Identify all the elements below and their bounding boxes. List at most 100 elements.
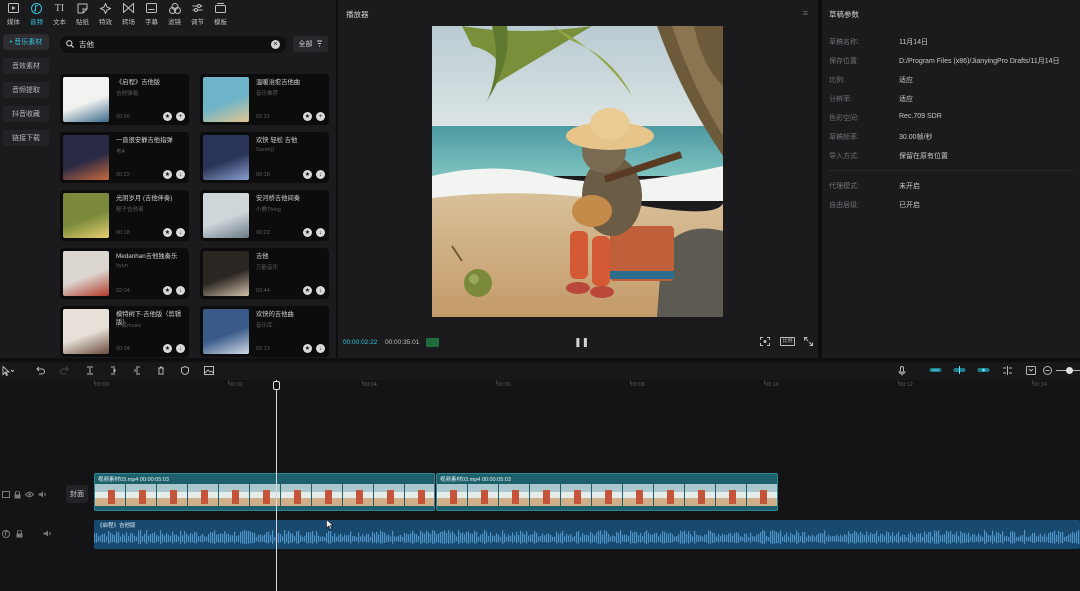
main-track-magnet-icon[interactable] <box>929 366 942 376</box>
music-thumbnail[interactable] <box>203 193 249 238</box>
zoom-slider-knob[interactable] <box>1066 367 1073 374</box>
split-icon[interactable] <box>86 366 94 377</box>
lock-icon[interactable] <box>14 490 21 501</box>
sidebar-item-douyin-favorites[interactable]: 抖音收藏 <box>3 106 49 122</box>
download-icon[interactable]: ↓ <box>316 286 325 295</box>
microphone-icon[interactable] <box>898 366 906 378</box>
sidebar-item-music[interactable]: • 音乐素材 <box>3 34 49 50</box>
fit-icon[interactable] <box>1026 366 1036 377</box>
favorite-star-icon[interactable]: ★ <box>163 344 172 353</box>
music-card[interactable]: 欢快 轻松 吉他 Sanm() 00:16 ★ ↓ <box>200 132 329 183</box>
music-card[interactable]: 模特树下-吉他版（剪辑版） 小黄music 00:34 ★ ↓ <box>60 306 189 357</box>
caption-icon <box>146 3 158 14</box>
toolbar-item-media[interactable]: 媒体 <box>2 0 25 28</box>
zoom-out-icon[interactable] <box>1043 366 1052 377</box>
transition-icon <box>123 3 135 14</box>
pause-icon[interactable]: ❚❚ <box>574 337 589 348</box>
ruler-tick: 00:02 <box>228 380 243 388</box>
add-icon[interactable]: + <box>316 112 325 121</box>
toolbar-item-filter[interactable]: 滤镜 <box>163 0 186 28</box>
timeline[interactable]: 00:00 00:02 00:04 00:06 00:08 00:10 00:1… <box>0 380 1080 591</box>
music-card[interactable]: 光阴岁月 (吉他伴奏) 郁子吉他谱 00:18 ★ ↓ <box>60 190 189 241</box>
image-icon[interactable] <box>204 366 214 377</box>
music-thumbnail[interactable] <box>63 309 109 354</box>
music-card[interactable]: 温暖治愈吉他曲 音乐推荐 02:31 ★ + <box>200 74 329 125</box>
download-icon[interactable]: ↓ <box>316 170 325 179</box>
download-icon[interactable]: ↓ <box>316 344 325 353</box>
favorite-star-icon[interactable]: ★ <box>303 170 312 179</box>
music-card[interactable]: 安河桥吉他间奏 小鹿Thing 00:22 ★ ↓ <box>200 190 329 241</box>
filter-dropdown[interactable]: 全部 <box>293 36 328 52</box>
favorite-star-icon[interactable]: ★ <box>163 112 172 121</box>
search-input[interactable] <box>79 40 271 49</box>
clear-search-icon[interactable]: × <box>271 40 280 49</box>
music-thumbnail[interactable] <box>63 77 109 122</box>
shield-icon[interactable] <box>181 365 189 377</box>
favorite-star-icon[interactable]: ★ <box>303 228 312 237</box>
sidebar-item-link-download[interactable]: 链接下载 <box>3 130 49 146</box>
music-thumbnail[interactable] <box>63 193 109 238</box>
toolbar-item-adjust[interactable]: 调节 <box>186 0 209 28</box>
toolbar-item-effects[interactable]: 特效 <box>94 0 117 28</box>
favorite-star-icon[interactable]: ★ <box>163 228 172 237</box>
music-thumbnail[interactable] <box>203 251 249 296</box>
music-card[interactable]: 一直很安静吉他指弹 老A 00:22 ★ ↓ <box>60 132 189 183</box>
search-icon <box>66 39 74 50</box>
video-preview[interactable] <box>432 26 723 317</box>
sticker-icon <box>77 3 89 14</box>
toolbar-item-transition[interactable]: 转场 <box>117 0 140 28</box>
eye-icon[interactable] <box>24 491 35 501</box>
cover-button[interactable]: 封面 <box>66 485 88 503</box>
music-card[interactable]: Medanhan吉他独奏乐 hyun 02:04 ★ ↓ <box>60 248 189 299</box>
favorite-star-icon[interactable]: ★ <box>303 286 312 295</box>
toolbar-item-template[interactable]: 模板 <box>209 0 232 28</box>
mute-icon[interactable] <box>38 491 47 501</box>
menu-icon[interactable]: ≡ <box>803 8 808 18</box>
time-ruler[interactable]: 00:00 00:02 00:04 00:06 00:08 00:10 00:1… <box>94 380 1080 394</box>
sidebar-item-sound-effects[interactable]: 音效素材 <box>3 58 49 74</box>
toolbar-item-sticker[interactable]: 贴纸 <box>71 0 94 28</box>
music-thumbnail[interactable] <box>203 309 249 354</box>
music-thumbnail[interactable] <box>63 135 109 180</box>
select-cursor-icon[interactable] <box>2 365 15 378</box>
video-clip[interactable]: 视频素材03.mp4 00:00:05:03 <box>94 473 435 511</box>
music-card[interactable]: 欢快的吉他曲 音乐库 02:13 ★ ↓ <box>200 306 329 357</box>
audio-clip[interactable]: 《启程》吉他版 <box>94 520 1080 549</box>
toolbar-item-caption[interactable]: 字幕 <box>140 0 163 28</box>
music-card[interactable]: 吉他 万能音乐 03:44 ★ ↓ <box>200 248 329 299</box>
music-thumbnail[interactable] <box>203 135 249 180</box>
fullscreen-crop-icon[interactable] <box>760 337 770 348</box>
linkage-icon[interactable] <box>977 366 990 376</box>
mute-icon[interactable] <box>43 530 52 540</box>
download-icon[interactable]: ↓ <box>176 170 185 179</box>
download-icon[interactable]: ↓ <box>176 344 185 353</box>
ratio-button[interactable]: 比例 <box>780 337 795 346</box>
download-icon[interactable]: ↓ <box>176 286 185 295</box>
undo-icon[interactable] <box>36 366 45 377</box>
delete-icon[interactable] <box>157 366 165 377</box>
sidebar-item-audio-extract[interactable]: 音频提取 <box>3 82 49 98</box>
add-icon[interactable]: + <box>176 112 185 121</box>
fullscreen-icon[interactable] <box>804 337 813 348</box>
favorite-star-icon[interactable]: ★ <box>163 286 172 295</box>
toolbar-item-text[interactable]: TI 文本 <box>48 0 71 28</box>
playhead-handle[interactable] <box>273 381 280 390</box>
playhead[interactable] <box>276 380 277 591</box>
favorite-star-icon[interactable]: ★ <box>303 344 312 353</box>
preview-axis-icon[interactable] <box>1002 366 1013 377</box>
timeline-toolbar <box>0 362 1080 380</box>
auto-snap-icon[interactable] <box>953 366 966 376</box>
download-icon[interactable]: ↓ <box>316 228 325 237</box>
music-thumbnail[interactable] <box>63 251 109 296</box>
redo-icon[interactable] <box>60 366 69 377</box>
music-thumbnail[interactable] <box>203 77 249 122</box>
trim-left-icon[interactable] <box>110 366 118 377</box>
lock-icon[interactable] <box>16 529 23 540</box>
favorite-star-icon[interactable]: ★ <box>303 112 312 121</box>
toolbar-item-audio[interactable]: 音频 <box>25 0 48 28</box>
download-icon[interactable]: ↓ <box>176 228 185 237</box>
video-clip[interactable]: 视频素材03.mp4 00:00:05:03 <box>436 473 778 511</box>
music-card[interactable]: 《启程》吉他版 吉他弹唱 00:56 ★ + <box>60 74 189 125</box>
trim-right-icon[interactable] <box>133 366 141 377</box>
favorite-star-icon[interactable]: ★ <box>163 170 172 179</box>
